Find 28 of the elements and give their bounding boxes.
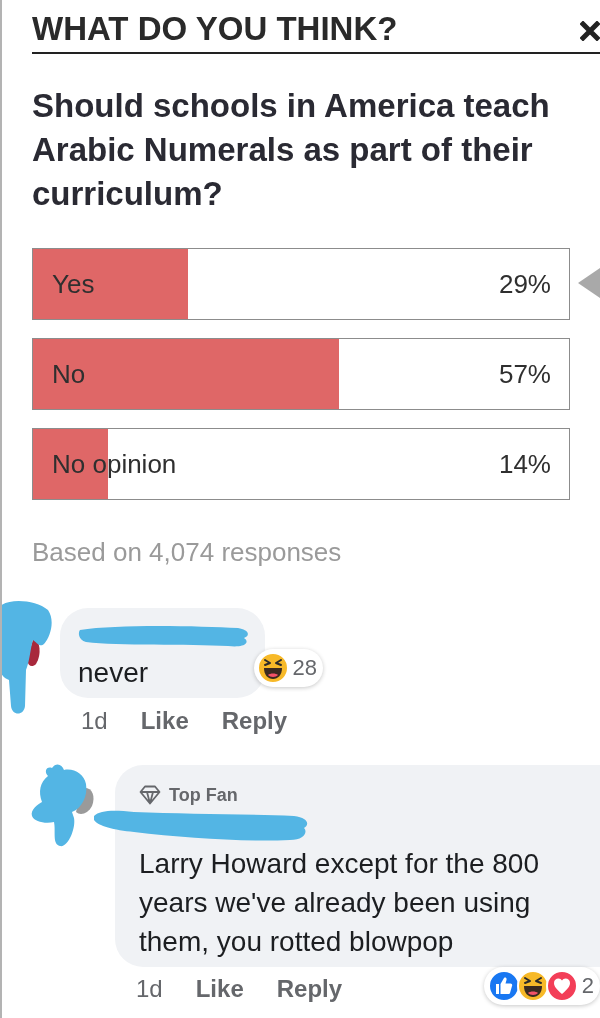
option-label: Yes bbox=[52, 268, 95, 300]
comment-time: 1d bbox=[136, 974, 163, 1004]
reply-link[interactable]: Reply bbox=[221, 706, 288, 736]
poll-heading: WHAT DO YOU THINK? bbox=[32, 10, 398, 48]
laughing-face-icon bbox=[256, 652, 289, 684]
option-label: No bbox=[52, 358, 86, 390]
comment-text: never bbox=[78, 656, 150, 690]
poll-option-bar[interactable]: No 57% bbox=[32, 338, 570, 410]
reaction-summary[interactable]: 2 bbox=[483, 967, 600, 1005]
option-percentage: 14% bbox=[498, 448, 551, 480]
comment-text: Larry Howard except for the 800 years we've already been using them, you rotted blowpop bbox=[139, 847, 540, 959]
response-count-text: Based on 4,074 responses bbox=[32, 536, 343, 568]
close-icon[interactable] bbox=[580, 21, 600, 41]
poll-question: Should schools in America teach Arabic Numerals as part of their curriculum? bbox=[32, 86, 551, 214]
option-percentage: 57% bbox=[498, 358, 551, 390]
reaction-count: 28 bbox=[292, 655, 317, 681]
reaction-count: 2 bbox=[581, 973, 594, 999]
diamond-icon bbox=[139, 785, 161, 805]
poll-option-bar[interactable]: Yes 29% bbox=[32, 248, 570, 320]
like-link[interactable]: Like bbox=[195, 974, 244, 1004]
like-icon bbox=[487, 970, 520, 1002]
reaction-summary[interactable]: 28 bbox=[253, 649, 323, 687]
top-fan-label: Top Fan bbox=[169, 784, 238, 806]
comment-time: 1d bbox=[81, 706, 108, 736]
option-percentage: 29% bbox=[498, 268, 551, 300]
like-link[interactable]: Like bbox=[140, 706, 189, 736]
reply-link[interactable]: Reply bbox=[276, 974, 343, 1004]
laughing-face-icon bbox=[516, 970, 549, 1002]
